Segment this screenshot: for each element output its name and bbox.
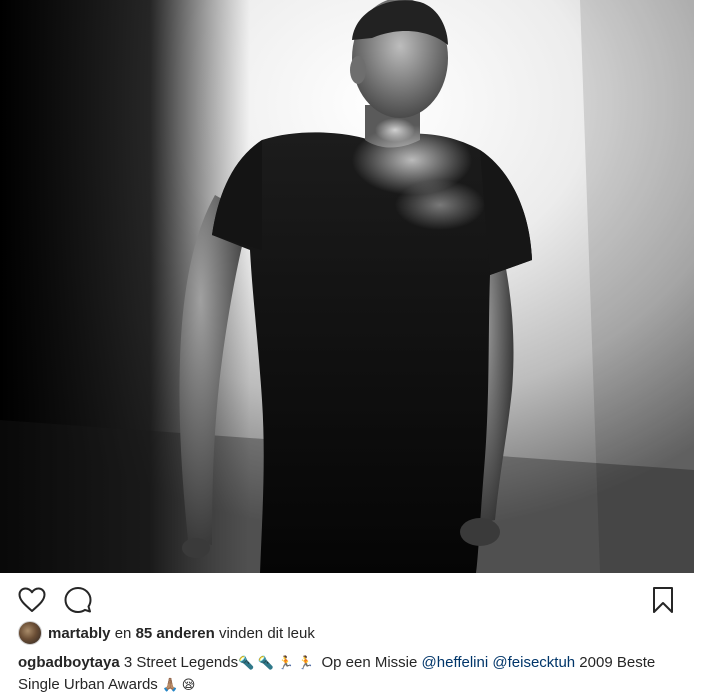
caption-emoji-group: 🔦 🔦 🏃 🏃 [238,655,318,670]
post-actions-bar [0,573,694,625]
bookmark-icon [653,587,673,613]
post-caption: ogbadboytaya 3 Street Legends🔦 🔦 🏃 🏃 Op … [18,652,688,696]
likes-suffix: vinden dit leuk [214,624,315,642]
caption-text: Op een Missie [317,654,422,671]
mention-link[interactable]: @feisecktuh [492,654,575,671]
liker-username[interactable]: martably [48,625,111,642]
instagram-post: martably en 85 anderen vinden dit leuk o… [0,0,708,700]
portrait-illustration [0,0,694,573]
caption-author[interactable]: ogbadboytaya [18,654,120,671]
caption-emoji-group: 🙏🏽 😪 [161,677,196,692]
avatar[interactable] [18,621,42,645]
mention-link[interactable]: @heffelini [422,654,489,671]
post-photo[interactable] [0,0,694,573]
page-margin [694,0,708,700]
likes-summary: martably en 85 anderen vinden dit leuk [18,621,315,645]
likes-count[interactable]: 85 anderen [136,625,215,642]
likes-connector: en [110,624,136,642]
heart-outline-icon [18,587,46,612]
comment-button[interactable] [63,585,93,615]
like-button[interactable] [17,585,47,615]
save-button[interactable] [648,585,678,615]
caption-text: 3 Street Legends [119,654,239,671]
speech-bubble-icon [64,587,92,613]
